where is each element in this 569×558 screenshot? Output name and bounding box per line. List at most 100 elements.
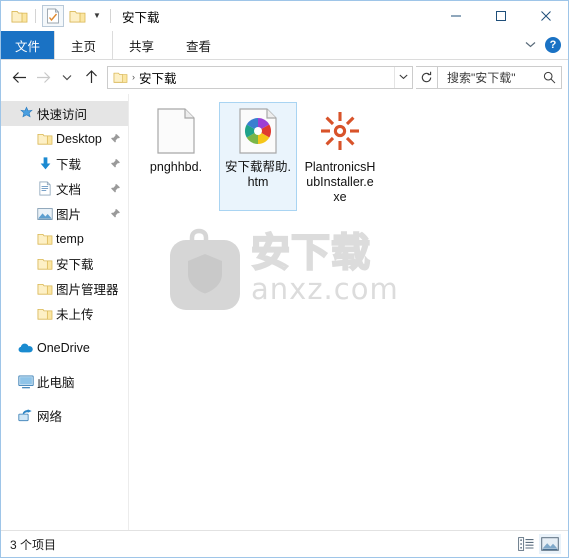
properties-icon[interactable]	[42, 5, 64, 27]
watermark-en-text: anxz.com	[251, 272, 399, 306]
file-label: 安下载帮助.htm	[225, 160, 291, 189]
sidebar-item-anxiazai[interactable]: 安下载	[1, 251, 128, 276]
chevron-down-icon[interactable]	[525, 40, 536, 51]
file-label: PlantronicsHubInstaller.exe	[304, 160, 376, 204]
folder-icon	[34, 132, 56, 146]
status-bar: 3 个项目	[1, 530, 568, 557]
title-bar: ▼ 安下载	[1, 1, 568, 31]
file-item[interactable]: pnghhbd.	[137, 102, 215, 211]
ribbon-spacer	[227, 31, 525, 59]
sidebar-item-documents[interactable]: 文档	[1, 176, 128, 201]
sidebar-item-label: 快速访问	[37, 108, 88, 122]
item-count-status: 3 个项目	[10, 537, 57, 552]
folder-icon	[34, 307, 56, 321]
pin-icon[interactable]	[108, 158, 122, 169]
search-icon[interactable]	[537, 71, 561, 84]
watermark: 安下载 anxz.com	[167, 226, 399, 312]
watermark-logo-icon	[170, 228, 240, 310]
pin-icon[interactable]	[108, 208, 122, 219]
network-icon	[15, 408, 37, 423]
toolbar-divider	[110, 9, 111, 23]
sidebar-item-pictures[interactable]: 图片	[1, 201, 128, 226]
sidebar-item-picture-manager[interactable]: 图片管理器	[1, 276, 128, 301]
file-grid: pnghhbd. 安下载帮助.htm PlantronicsHubInstall…	[129, 94, 568, 211]
breadcrumb-separator: ›	[132, 72, 135, 82]
recent-locations-button[interactable]	[55, 65, 79, 89]
sidebar-item-quick-access[interactable]: 快速访问	[1, 101, 128, 126]
back-button[interactable]	[7, 65, 31, 89]
tab-share[interactable]: 共享	[113, 31, 170, 59]
up-button[interactable]	[79, 65, 103, 89]
sidebar-item-label: 图片管理器	[56, 283, 119, 297]
html-chrome-icon	[234, 107, 282, 155]
folder-icon	[34, 282, 56, 296]
minimize-button[interactable]	[433, 1, 478, 31]
pin-icon[interactable]	[108, 133, 122, 144]
search-box[interactable]: 搜索"安下载"	[438, 65, 562, 89]
explorer-window: ▼ 安下载 文件 主页 共享 查看 ? › 安下载 搜索"安下载" 快速访问 D…	[0, 0, 569, 558]
help-icon[interactable]: ?	[545, 37, 561, 53]
ribbon-right-controls: ?	[525, 31, 568, 59]
sidebar-item-label: 未上传	[56, 308, 94, 322]
file-list-pane[interactable]: 安下载 anxz.com pnghhbd. 安下载帮助.htm Plantron…	[129, 94, 568, 530]
pictures-icon	[34, 207, 56, 221]
toolbar-divider	[35, 9, 36, 23]
file-item[interactable]: PlantronicsHubInstaller.exe	[301, 102, 379, 211]
maximize-button[interactable]	[478, 1, 523, 31]
blank-document-icon	[152, 107, 200, 155]
folder-icon[interactable]	[67, 6, 87, 26]
ribbon-tab-bar: 文件 主页 共享 查看 ?	[1, 31, 568, 60]
folder-icon[interactable]	[9, 6, 29, 26]
details-view-button[interactable]	[515, 534, 537, 554]
search-input[interactable]: 搜索"安下载"	[438, 69, 537, 86]
chevron-down-icon[interactable]: ▼	[90, 6, 104, 26]
watermark-cn-text: 安下载	[250, 231, 372, 276]
sidebar-item-label: 文档	[56, 183, 82, 197]
breadcrumb-current-folder: 安下载	[139, 71, 177, 86]
navigation-pane: 快速访问 Desktop 下载 文档 图片 temp 安下载 图片管理器 未上传…	[1, 94, 129, 530]
file-label: pnghhbd.	[149, 160, 203, 174]
folder-icon	[34, 232, 56, 246]
cloud-icon	[15, 342, 37, 354]
sidebar-item-label: 网络	[37, 410, 63, 424]
sidebar-item-downloads[interactable]: 下载	[1, 151, 128, 176]
sidebar-item-network[interactable]: 网络	[1, 403, 128, 428]
pin-icon[interactable]	[108, 183, 122, 194]
sidebar-item-label: temp	[56, 231, 84, 246]
sidebar-item-onedrive[interactable]: OneDrive	[1, 335, 128, 360]
file-item[interactable]: 安下载帮助.htm	[219, 102, 297, 211]
close-button[interactable]	[523, 1, 568, 31]
folder-icon	[34, 257, 56, 271]
sidebar-item-not-uploaded[interactable]: 未上传	[1, 301, 128, 326]
breadcrumb[interactable]: › 安下载	[108, 68, 177, 87]
sidebar-item-label: OneDrive	[37, 340, 90, 355]
address-bar[interactable]: › 安下载	[107, 65, 413, 89]
sidebar-item-label: Desktop	[56, 131, 102, 146]
sidebar-item-desktop[interactable]: Desktop	[1, 126, 128, 151]
window-body: 快速访问 Desktop 下载 文档 图片 temp 安下载 图片管理器 未上传…	[1, 94, 568, 530]
tab-home[interactable]: 主页	[54, 31, 114, 59]
watermark-text: 安下载 anxz.com	[250, 231, 399, 306]
tab-file[interactable]: 文件	[1, 31, 55, 59]
window-controls	[433, 1, 568, 31]
navigation-bar: › 安下载 搜索"安下载"	[1, 60, 568, 94]
computer-icon	[15, 374, 37, 389]
download-icon	[34, 156, 56, 171]
window-title: 安下载	[122, 10, 160, 25]
forward-button[interactable]	[31, 65, 55, 89]
star-icon	[15, 106, 37, 121]
sidebar-item-label: 下载	[56, 158, 82, 172]
sidebar-item-label: 图片	[56, 208, 82, 222]
address-dropdown-icon[interactable]	[394, 66, 412, 88]
refresh-button[interactable]	[416, 65, 438, 89]
tab-view[interactable]: 查看	[170, 31, 227, 59]
sidebar-item-this-pc[interactable]: 此电脑	[1, 369, 128, 394]
view-toggle-group	[515, 534, 561, 554]
document-icon	[34, 181, 56, 196]
large-icons-view-button[interactable]	[539, 534, 561, 554]
quick-access-toolbar: ▼	[9, 5, 114, 27]
sidebar-item-temp[interactable]: temp	[1, 226, 128, 251]
